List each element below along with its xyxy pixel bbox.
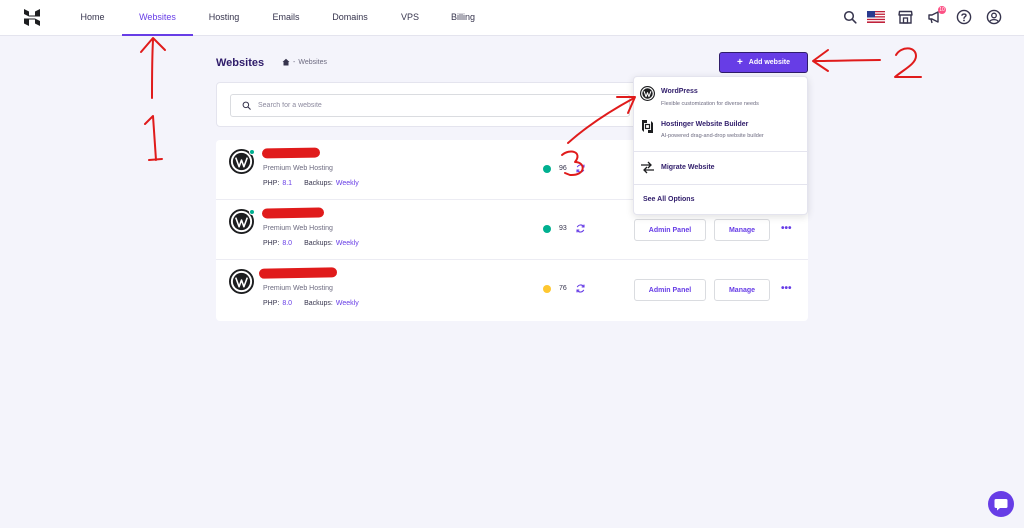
dropdown-item-website-builder[interactable]: Hostinger Website Builder AI-powered dra… <box>634 115 809 147</box>
notification-badge: 10 <box>938 6 946 14</box>
dropdown-divider <box>634 151 809 152</box>
manage-button[interactable]: Manage <box>714 279 770 301</box>
nav-vps[interactable]: VPS <box>393 0 427 36</box>
add-website-button[interactable]: + Add website <box>719 52 808 73</box>
breadcrumb: - Websites <box>282 58 327 66</box>
backups-frequency[interactable]: Weekly <box>336 240 359 247</box>
migrate-icon <box>641 161 654 174</box>
refresh-icon[interactable] <box>575 163 586 174</box>
wordpress-icon <box>229 269 254 294</box>
hosting-plan: Premium Web Hosting <box>263 285 333 292</box>
dropdown-item-title: Hostinger Website Builder <box>661 121 749 128</box>
account-icon[interactable] <box>985 8 1003 26</box>
site-meta: PHP: 8.0 Backups: Weekly <box>263 240 359 247</box>
chat-support-button[interactable] <box>988 491 1014 517</box>
site-status-dot <box>249 209 255 215</box>
website-row[interactable]: Premium Web Hosting PHP: 8.0 Backups: Weekl… <box>216 260 808 320</box>
hostinger-builder-icon <box>642 120 653 133</box>
performance-score: 76 <box>559 285 567 292</box>
performance-score-dot <box>543 165 551 173</box>
backups-label: Backups: <box>304 180 333 187</box>
hosting-plan: Premium Web Hosting <box>263 225 333 232</box>
breadcrumb-separator: - <box>293 58 296 66</box>
dropdown-item-migrate[interactable]: Migrate Website <box>634 157 809 179</box>
refresh-icon[interactable] <box>575 283 586 294</box>
redacted-site-name <box>261 207 325 219</box>
add-website-dropdown: WordPress Flexible customization for div… <box>633 76 809 215</box>
dropdown-item-title: Migrate Website <box>661 164 715 171</box>
chat-icon <box>994 498 1008 510</box>
performance-score-dot <box>543 225 551 233</box>
dropdown-item-wordpress[interactable]: WordPress Flexible customization for div… <box>634 83 809 115</box>
home-icon[interactable] <box>282 58 290 66</box>
redacted-site-name <box>258 267 338 279</box>
top-navigation-bar: Home Websites Hosting Emails Domains VPS… <box>0 0 1024 36</box>
search-input[interactable] <box>258 102 618 109</box>
php-version[interactable]: 8.1 <box>282 180 292 187</box>
nav-hosting[interactable]: Hosting <box>200 0 248 36</box>
performance-score: 96 <box>559 165 567 172</box>
dropdown-item-see-all[interactable]: See All Options <box>634 189 809 211</box>
php-label: PHP: <box>263 300 280 307</box>
admin-panel-button[interactable]: Admin Panel <box>634 279 706 301</box>
hostinger-logo[interactable] <box>24 9 40 26</box>
dropdown-item-title: See All Options <box>643 196 695 203</box>
redacted-site-name <box>261 147 321 159</box>
php-version[interactable]: 8.0 <box>282 300 292 307</box>
more-options-icon[interactable]: ••• <box>781 224 792 234</box>
annotation-label: 1 <box>152 139 153 141</box>
nav-billing[interactable]: Billing <box>443 0 483 36</box>
nav-domains[interactable]: Domains <box>324 0 376 36</box>
us-flag-icon[interactable] <box>866 8 885 26</box>
backups-label: Backups: <box>304 240 333 247</box>
backups-frequency[interactable]: Weekly <box>336 180 359 187</box>
annotation-arrow-1 <box>140 37 166 99</box>
dropdown-item-description: Flexible customization for diverse needs <box>661 101 759 107</box>
backups-label: Backups: <box>304 300 333 307</box>
dropdown-divider <box>634 184 809 185</box>
performance-score: 93 <box>559 225 567 232</box>
performance-score-dot <box>543 285 551 293</box>
dropdown-item-title: WordPress <box>661 88 698 95</box>
megaphone-icon[interactable]: 10 <box>925 6 946 26</box>
hosting-plan: Premium Web Hosting <box>263 165 333 172</box>
search-card <box>216 82 641 127</box>
more-options-icon[interactable]: ••• <box>781 284 792 294</box>
nav-emails[interactable]: Emails <box>264 0 308 36</box>
plus-icon: + <box>736 56 743 68</box>
page-title: Websites <box>216 57 265 69</box>
annotation-arrow-2 <box>812 49 881 72</box>
refresh-icon[interactable] <box>575 223 586 234</box>
admin-panel-button[interactable]: Admin Panel <box>634 219 706 241</box>
nav-home[interactable]: Home <box>70 0 115 36</box>
backups-frequency[interactable]: Weekly <box>336 300 359 307</box>
nav-websites[interactable]: Websites <box>122 0 193 36</box>
site-meta: PHP: 8.0 Backups: Weekly <box>263 300 359 307</box>
site-status-dot <box>249 149 255 155</box>
store-icon[interactable] <box>896 8 914 26</box>
breadcrumb-current: Websites <box>298 58 328 66</box>
annotation-label: 2 <box>905 64 906 66</box>
help-icon[interactable] <box>955 8 973 26</box>
manage-button[interactable]: Manage <box>714 219 770 241</box>
site-meta: PHP: 8.1 Backups: Weekly <box>263 180 359 187</box>
php-version[interactable]: 8.0 <box>282 240 292 247</box>
dropdown-item-description: AI-powered drag-and-drop website builder <box>661 133 764 139</box>
search-box[interactable] <box>230 94 630 117</box>
php-label: PHP: <box>263 240 280 247</box>
search-icon <box>242 101 251 110</box>
add-website-label: Add website <box>748 59 791 66</box>
annotation-number-2 <box>894 47 922 78</box>
wordpress-icon <box>640 86 655 101</box>
annotation-number-1 <box>144 115 163 161</box>
php-label: PHP: <box>263 180 280 187</box>
search-icon[interactable] <box>841 8 859 26</box>
